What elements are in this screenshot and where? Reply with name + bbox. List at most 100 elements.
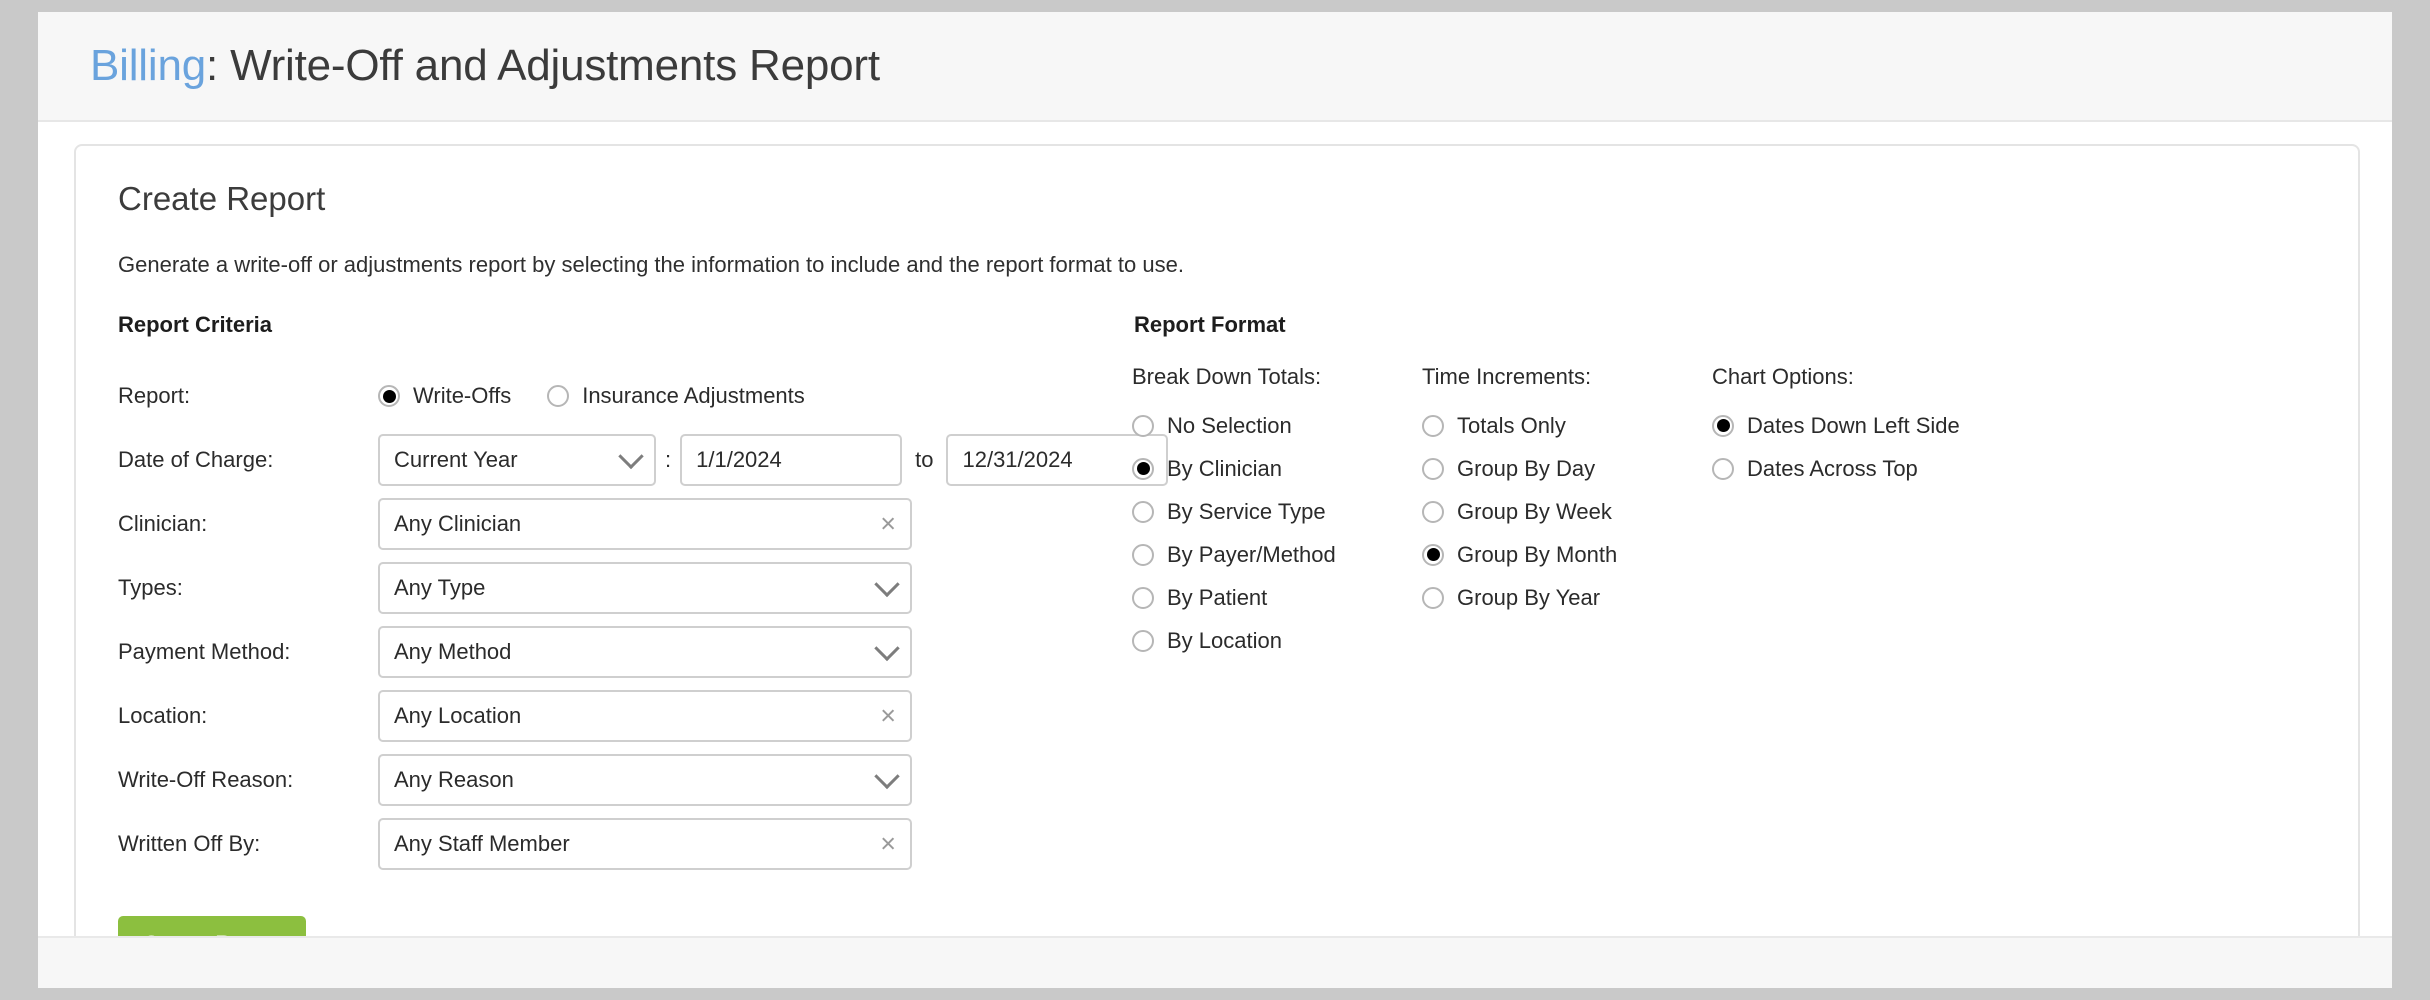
- radio-indicator[interactable]: [1422, 543, 1444, 566]
- report-radio-group: Write-Offs Insurance Adjustments: [378, 383, 841, 409]
- breadcrumb-separator: :: [206, 41, 231, 90]
- chart-options-group: Chart Options: Dates Down Left Side Date…: [1712, 364, 1960, 662]
- field-row-clinician: Clinician: Any Clinician ×: [116, 492, 1126, 556]
- radio-label: By Clinician: [1167, 455, 1282, 481]
- written-off-by-input[interactable]: Any Staff Member ×: [378, 818, 912, 870]
- create-report-card: Create Report Generate a write-off or ad…: [74, 144, 2360, 972]
- time-increment-option-group-by-week[interactable]: Group By Week: [1422, 490, 1712, 533]
- radio-indicator[interactable]: [1422, 414, 1444, 437]
- chevron-down-icon: [874, 763, 900, 790]
- radio-label: By Location: [1167, 627, 1282, 653]
- time-increments-heading: Time Increments:: [1422, 364, 1592, 389]
- date-of-charge-controls: Current Year : 1/1/2024 to 12/31/2024: [378, 434, 1169, 486]
- chevron-down-icon: [874, 635, 900, 662]
- radio-option-write-offs[interactable]: Write-Offs: [378, 383, 511, 409]
- clear-icon[interactable]: ×: [880, 510, 896, 538]
- radio-indicator[interactable]: [378, 385, 400, 407]
- radio-indicator[interactable]: [1712, 414, 1734, 437]
- radio-indicator[interactable]: [1132, 629, 1154, 652]
- radio-label: Dates Down Left Side: [1747, 412, 1960, 438]
- form-columns: Report Criteria Report: Write-Offs Insur…: [116, 312, 2318, 972]
- date-from-value: 1/1/2024: [696, 447, 782, 472]
- field-row-write-off-reason: Write-Off Reason: Any Reason: [116, 748, 1126, 812]
- breadcrumb-link-billing[interactable]: Billing: [90, 41, 206, 90]
- chart-options-heading: Chart Options:: [1712, 364, 1854, 389]
- report-label: Report:: [118, 383, 191, 408]
- radio-indicator[interactable]: [1132, 543, 1154, 566]
- write-off-reason-label: Write-Off Reason:: [118, 767, 294, 792]
- written-off-by-value: Any Staff Member: [394, 831, 570, 856]
- radio-label: Group By Day: [1457, 455, 1596, 481]
- types-value: Any Type: [394, 575, 486, 600]
- payment-method-select[interactable]: Any Method: [378, 626, 912, 678]
- radio-indicator[interactable]: [1132, 457, 1154, 480]
- date-range-value: Current Year: [394, 447, 518, 472]
- page-footer: [38, 936, 2392, 988]
- radio-indicator[interactable]: [547, 385, 570, 407]
- payment-method-label: Payment Method:: [118, 639, 291, 664]
- report-format-heading: Report Format: [1134, 312, 1286, 337]
- clinician-input[interactable]: Any Clinician ×: [378, 498, 912, 550]
- write-off-reason-select[interactable]: Any Reason: [378, 754, 912, 806]
- break-down-option-by-service-type[interactable]: By Service Type: [1132, 490, 1422, 533]
- radio-label: Dates Across Top: [1747, 455, 1918, 481]
- radio-indicator[interactable]: [1422, 586, 1444, 609]
- date-of-charge-label: Date of Charge:: [118, 447, 274, 472]
- break-down-option-by-clinician[interactable]: By Clinician: [1132, 447, 1422, 490]
- radio-label: No Selection: [1167, 412, 1292, 438]
- date-range-select[interactable]: Current Year: [378, 434, 656, 486]
- radio-option-insurance-adjustments[interactable]: Insurance Adjustments: [547, 383, 805, 409]
- field-row-types: Types: Any Type: [116, 556, 1126, 620]
- chevron-down-icon: [618, 443, 644, 470]
- clinician-value: Any Clinician: [394, 511, 522, 536]
- radio-indicator[interactable]: [1422, 500, 1444, 523]
- page-title: Billing: Write-Off and Adjustments Repor…: [90, 41, 880, 91]
- radio-label: Totals Only: [1457, 412, 1566, 438]
- radio-label: Group By Week: [1457, 498, 1612, 524]
- payment-method-value: Any Method: [394, 639, 512, 664]
- location-value: Any Location: [394, 703, 522, 728]
- field-row-location: Location: Any Location ×: [116, 684, 1126, 748]
- radio-indicator[interactable]: [1422, 457, 1444, 480]
- date-to-separator: to: [915, 447, 934, 472]
- location-input[interactable]: Any Location ×: [378, 690, 912, 742]
- radio-indicator[interactable]: [1132, 500, 1154, 523]
- break-down-totals-heading: Break Down Totals:: [1132, 364, 1322, 389]
- field-row-report: Report: Write-Offs Insurance Adjustments: [116, 364, 1126, 428]
- clear-icon[interactable]: ×: [880, 830, 896, 858]
- chart-option-dates-down-left-side[interactable]: Dates Down Left Side: [1712, 404, 1960, 447]
- radio-label: Write-Offs: [413, 383, 512, 408]
- radio-label: By Service Type: [1167, 498, 1326, 524]
- break-down-option-by-location[interactable]: By Location: [1132, 619, 1422, 662]
- radio-label: Group By Month: [1457, 541, 1618, 567]
- break-down-option-by-payer-method[interactable]: By Payer/Method: [1132, 533, 1422, 576]
- app-viewport: Billing: Write-Off and Adjustments Repor…: [38, 12, 2392, 988]
- date-colon-separator: :: [665, 447, 672, 472]
- chart-option-dates-across-top[interactable]: Dates Across Top: [1712, 447, 1960, 490]
- clear-icon[interactable]: ×: [880, 702, 896, 730]
- break-down-option-by-patient[interactable]: By Patient: [1132, 576, 1422, 619]
- radio-label: Insurance Adjustments: [582, 383, 805, 408]
- date-from-input[interactable]: 1/1/2024: [680, 434, 903, 486]
- types-select[interactable]: Any Type: [378, 562, 912, 614]
- date-to-value: 12/31/2024: [962, 447, 1073, 472]
- time-increment-option-group-by-year[interactable]: Group By Year: [1422, 576, 1712, 619]
- radio-indicator[interactable]: [1132, 586, 1154, 609]
- page-title-text: Write-Off and Adjustments Report: [230, 41, 880, 90]
- field-row-payment-method: Payment Method: Any Method: [116, 620, 1126, 684]
- radio-label: By Patient: [1167, 584, 1268, 610]
- time-increment-option-group-by-month[interactable]: Group By Month: [1422, 533, 1712, 576]
- clinician-label: Clinician:: [118, 511, 208, 536]
- break-down-option-no-selection[interactable]: No Selection: [1132, 404, 1422, 447]
- radio-indicator[interactable]: [1132, 414, 1154, 437]
- write-off-reason-value: Any Reason: [394, 767, 514, 792]
- field-row-date-of-charge: Date of Charge: Current Year : 1/1/2024 …: [116, 428, 1169, 492]
- time-increment-option-group-by-day[interactable]: Group By Day: [1422, 447, 1712, 490]
- time-increment-option-totals-only[interactable]: Totals Only: [1422, 404, 1712, 447]
- time-increments-group: Time Increments: Totals Only Group By Da…: [1422, 364, 1712, 662]
- radio-indicator[interactable]: [1712, 457, 1734, 480]
- radio-label: By Payer/Method: [1167, 541, 1336, 567]
- location-label: Location:: [118, 703, 208, 728]
- page-header: Billing: Write-Off and Adjustments Repor…: [38, 12, 2392, 122]
- report-criteria-column: Report Criteria Report: Write-Offs Insur…: [116, 312, 1169, 972]
